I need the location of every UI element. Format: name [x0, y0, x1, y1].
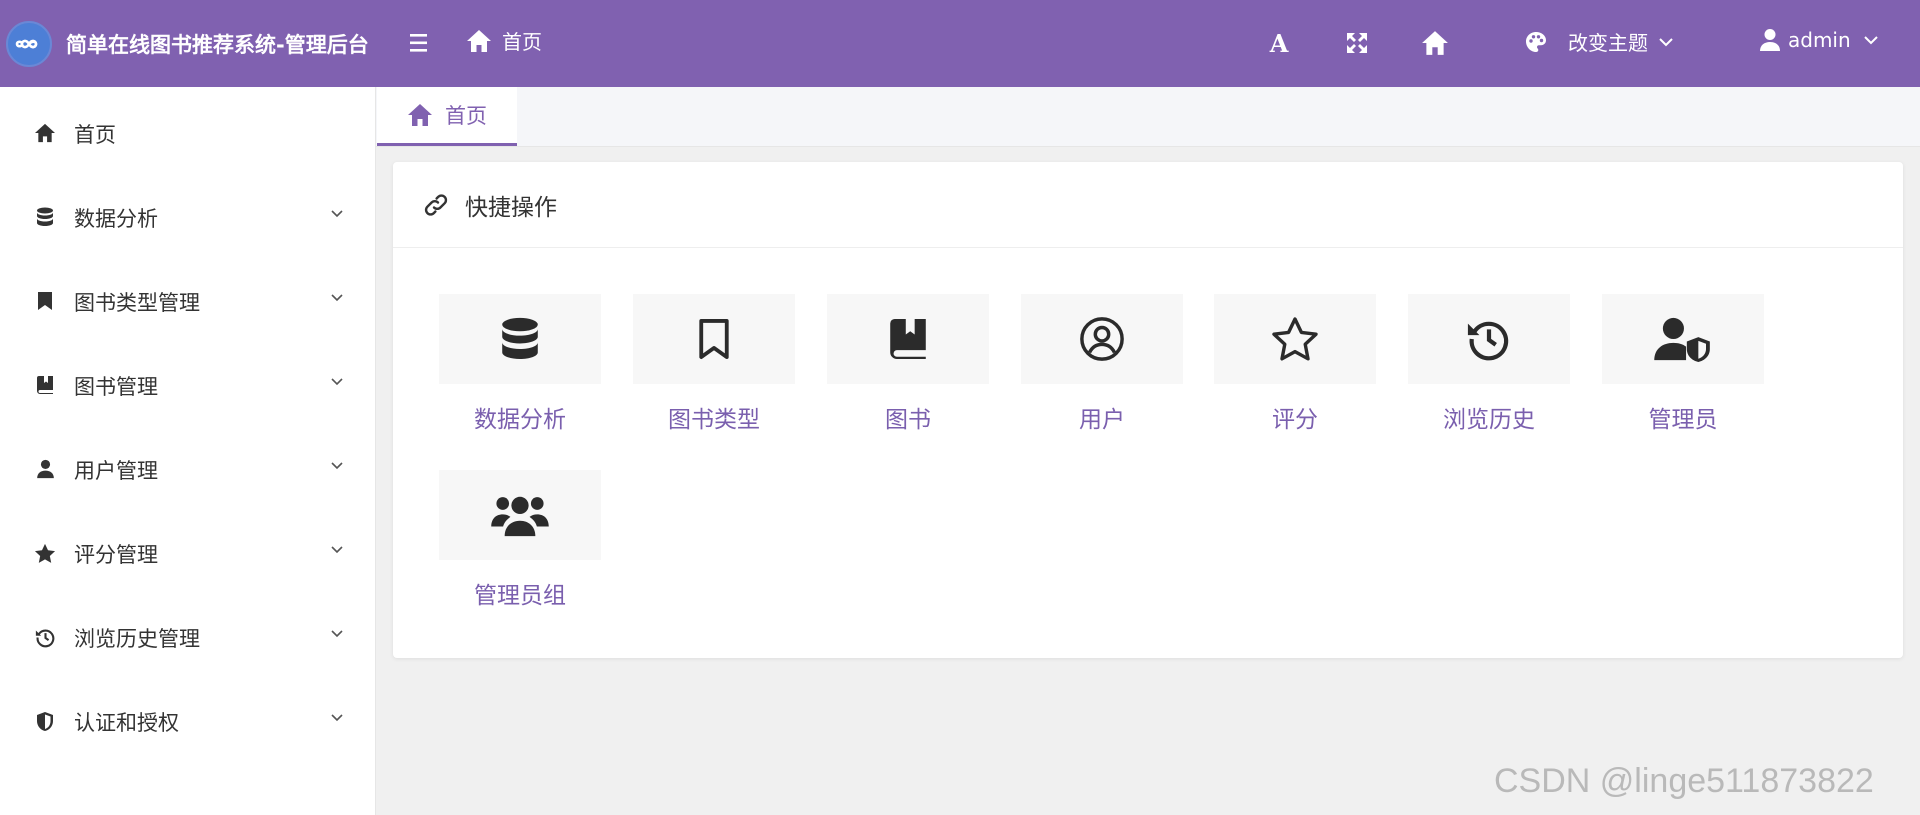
sidebar-item-user-management[interactable]: 用户管理 — [0, 443, 375, 493]
sidebar-item-label: 图书类型管理 — [74, 291, 200, 315]
card-title: 快捷操作 — [465, 194, 557, 221]
chevron-down-icon — [330, 461, 344, 470]
tile-label[interactable]: 评分 — [1214, 400, 1376, 434]
chevron-down-icon — [330, 377, 344, 386]
quick-tile-admin[interactable]: 管理员 — [1602, 294, 1764, 434]
link-icon — [423, 193, 449, 216]
tile-label[interactable]: 管理员 — [1602, 400, 1764, 434]
theme-dropdown[interactable]: 改变主题 — [1524, 27, 1674, 56]
quick-tile-user[interactable]: 用户 — [1021, 294, 1183, 434]
users-icon — [491, 496, 549, 537]
bookmark-icon — [699, 319, 729, 359]
home-icon — [467, 29, 491, 52]
card-header: 快捷操作 — [393, 162, 1903, 248]
database-icon — [34, 206, 56, 228]
quick-tile-browse-history[interactable]: 浏览历史 — [1408, 294, 1570, 434]
tab-label: 首页 — [445, 104, 487, 128]
home-icon — [34, 122, 56, 144]
sidebar-item-auth[interactable]: 认证和授权 — [0, 695, 375, 745]
history-icon — [34, 626, 56, 648]
chevron-down-icon — [330, 545, 344, 554]
sidebar-item-label: 浏览历史管理 — [74, 627, 200, 651]
tab-home[interactable]: 首页 — [377, 87, 517, 146]
tile-label[interactable]: 数据分析 — [439, 400, 601, 434]
user-name: admin — [1788, 28, 1851, 52]
tab-bar: 首页 — [376, 87, 1920, 147]
bookmark-icon — [34, 290, 56, 312]
tile-label[interactable]: 图书类型 — [633, 400, 795, 434]
quick-tile-admin-group[interactable]: 管理员组 — [439, 470, 601, 610]
top-header: 简单在线图书推荐系统-管理后台 首页 A 改变主题 admin — [0, 0, 1920, 87]
sidebar-item-label: 数据分析 — [74, 207, 158, 231]
sidebar-item-data-analysis[interactable]: 数据分析 — [0, 191, 375, 241]
user-circle-icon — [1080, 317, 1124, 361]
chevron-down-icon — [330, 293, 344, 302]
logo-area[interactable]: 简单在线图书推荐系统-管理后台 — [0, 0, 376, 87]
tile-icon-box[interactable] — [1214, 294, 1376, 384]
watermark: CSDN @linge511873822 — [1494, 762, 1874, 800]
sidebar-item-label: 认证和授权 — [74, 711, 179, 735]
chevron-down-icon — [330, 629, 344, 638]
sidebar: 首页 数据分析 图书类型管理 图书管理 用户管理 评分管理 浏览历史管理 认证和… — [0, 87, 376, 815]
menu-toggle-icon[interactable] — [406, 31, 432, 55]
logo-infinity-icon — [6, 20, 52, 67]
tile-label[interactable]: 管理员组 — [439, 576, 601, 610]
tile-icon-box[interactable] — [1408, 294, 1570, 384]
shield-icon — [34, 710, 56, 732]
database-icon — [502, 317, 538, 359]
user-icon — [1760, 29, 1780, 51]
chevron-down-icon — [330, 209, 344, 218]
user-shield-icon — [1654, 317, 1710, 362]
tile-icon-box[interactable] — [439, 294, 601, 384]
header-breadcrumb-label: 首页 — [502, 30, 542, 54]
tile-icon-box[interactable] — [827, 294, 989, 384]
quick-tile-book-type[interactable]: 图书类型 — [633, 294, 795, 434]
tile-icon-box[interactable] — [1602, 294, 1764, 384]
sidebar-item-home[interactable]: 首页 — [0, 107, 375, 157]
sidebar-item-book-management[interactable]: 图书管理 — [0, 359, 375, 409]
quick-actions-card: 快捷操作 数据分析 图书类型 图书 用户 评分 浏览历史 管理员 管理员组 — [393, 162, 1903, 658]
history-icon — [1467, 321, 1509, 361]
sidebar-item-label: 用户管理 — [74, 459, 158, 483]
sidebar-item-label: 首页 — [74, 123, 116, 147]
theme-label: 改变主题 — [1568, 31, 1648, 55]
chevron-down-icon — [1863, 36, 1878, 45]
app-title: 简单在线图书推荐系统-管理后台 — [66, 32, 369, 57]
book-icon — [890, 319, 926, 359]
sidebar-item-book-type-management[interactable]: 图书类型管理 — [0, 275, 375, 325]
book-icon — [34, 374, 56, 396]
tile-icon-box[interactable] — [1021, 294, 1183, 384]
star-icon — [1272, 317, 1318, 361]
quick-tile-rating[interactable]: 评分 — [1214, 294, 1376, 434]
tile-label[interactable]: 用户 — [1021, 400, 1183, 434]
header-breadcrumb-home[interactable]: 首页 — [466, 26, 542, 55]
user-icon — [34, 458, 56, 480]
tile-icon-box[interactable] — [439, 470, 601, 560]
tile-icon-box[interactable] — [633, 294, 795, 384]
fullscreen-icon[interactable] — [1344, 30, 1370, 56]
chevron-down-icon — [1659, 37, 1673, 46]
svg-text:A: A — [1269, 30, 1289, 56]
home-shortcut-icon[interactable] — [1421, 30, 1449, 56]
palette-icon — [1526, 31, 1546, 52]
quick-tile-data-analysis[interactable]: 数据分析 — [439, 294, 601, 434]
sidebar-item-rating-management[interactable]: 评分管理 — [0, 527, 375, 577]
tile-label[interactable]: 图书 — [827, 400, 989, 434]
chevron-down-icon — [330, 713, 344, 722]
tile-label[interactable]: 浏览历史 — [1408, 400, 1570, 434]
user-dropdown[interactable]: admin — [1760, 28, 1879, 52]
sidebar-item-browse-history-management[interactable]: 浏览历史管理 — [0, 611, 375, 661]
quick-tile-book[interactable]: 图书 — [827, 294, 989, 434]
sidebar-item-label: 图书管理 — [74, 375, 158, 399]
sidebar-item-label: 评分管理 — [74, 543, 158, 567]
star-icon — [34, 542, 56, 564]
home-icon — [408, 104, 432, 126]
font-size-icon[interactable]: A — [1266, 30, 1292, 56]
